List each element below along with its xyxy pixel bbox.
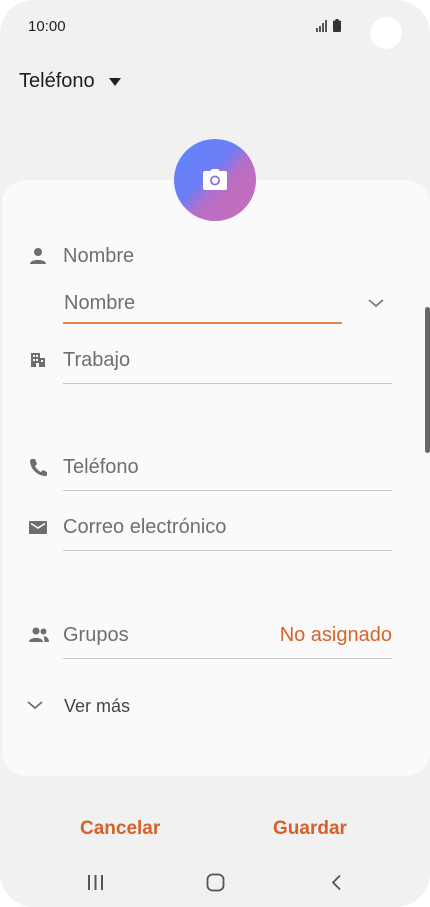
groups-label[interactable]: Grupos [63, 624, 129, 647]
back-icon[interactable] [330, 874, 342, 891]
recents-icon[interactable] [87, 874, 104, 891]
phone-screen: 10:00 Teléfono Nombre Nombre Trabajo Tel… [0, 0, 430, 907]
see-more-button[interactable]: Ver más [64, 696, 130, 717]
email-underline [63, 550, 392, 551]
groups-underline [63, 658, 392, 659]
person-icon [30, 248, 46, 264]
caret-down-icon [108, 77, 121, 86]
status-bar: 10:00 [0, 0, 430, 54]
save-button[interactable]: Guardar [273, 818, 347, 840]
photo-button[interactable] [174, 139, 256, 221]
email-input[interactable]: Correo electrónico [63, 516, 226, 539]
cancel-button[interactable]: Cancelar [80, 818, 160, 840]
name-input[interactable]: Nombre [64, 292, 135, 315]
groups-value[interactable]: No asignado [280, 624, 392, 647]
mail-icon [29, 521, 47, 534]
chevron-down-icon[interactable] [26, 699, 44, 711]
phone-underline [63, 490, 392, 491]
camera-icon [203, 169, 227, 190]
building-icon [31, 353, 45, 367]
battery-icon [333, 19, 341, 32]
signal-icon [316, 20, 327, 32]
chevron-down-icon[interactable] [367, 297, 385, 309]
work-underline [63, 383, 392, 384]
phone-input[interactable]: Teléfono [63, 456, 139, 479]
camera-cutout [370, 17, 402, 49]
name-input-underline [63, 322, 342, 324]
scrollbar[interactable] [425, 307, 430, 453]
home-icon[interactable] [206, 873, 225, 892]
work-input[interactable]: Trabajo [63, 349, 130, 372]
status-time: 10:00 [28, 18, 66, 35]
groups-icon [29, 627, 49, 642]
account-label: Teléfono [19, 70, 95, 92]
name-label: Nombre [63, 245, 135, 267]
phone-icon [30, 459, 47, 476]
account-selector[interactable]: Teléfono [19, 70, 121, 93]
